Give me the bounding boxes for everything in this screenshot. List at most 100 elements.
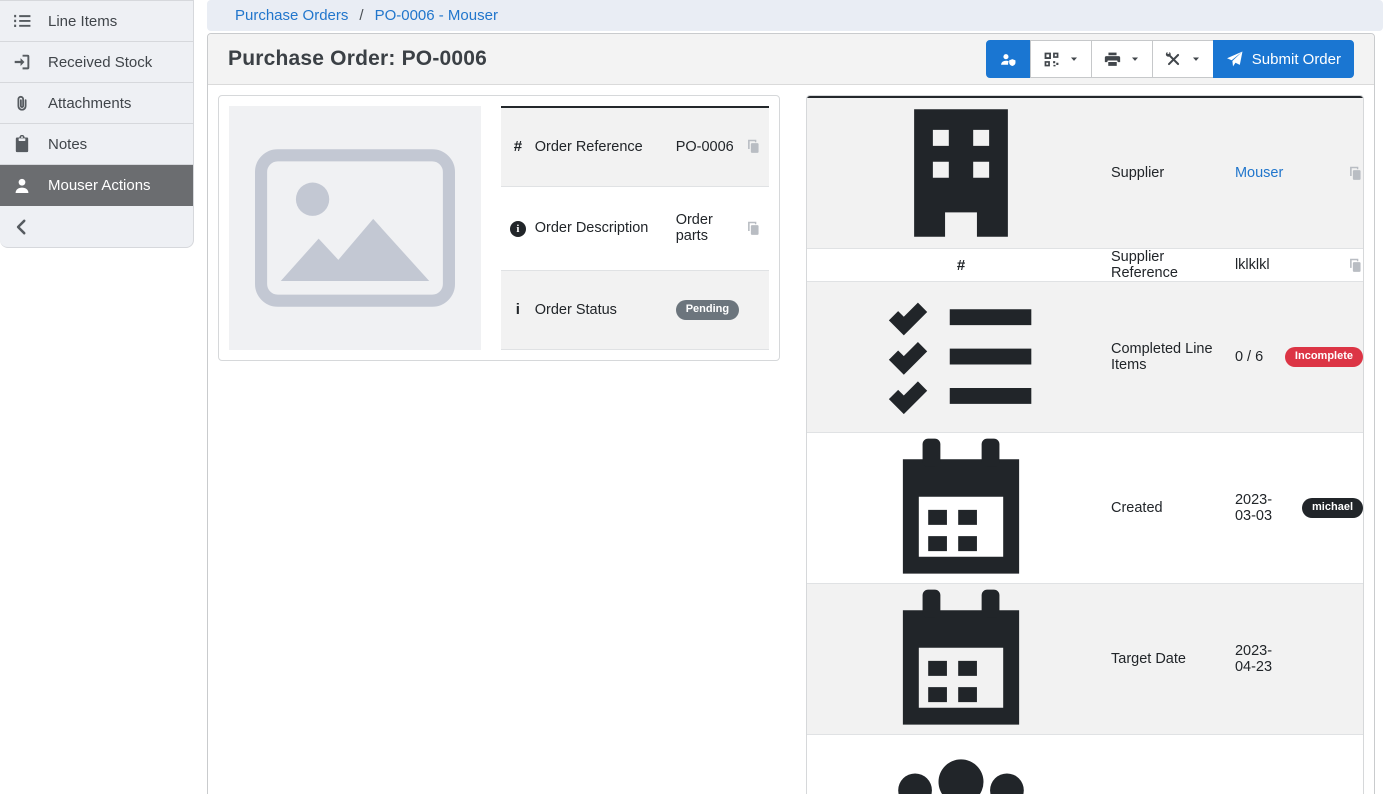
detail-row-label-cell: Completed Line Items: [1111, 282, 1235, 433]
button-label: Submit Order: [1252, 51, 1341, 68]
tools-icon: [1165, 51, 1182, 68]
order-actions-button[interactable]: [1152, 40, 1214, 78]
copy-icon[interactable]: [746, 139, 761, 154]
calendar-icon: [811, 433, 1111, 583]
detail-row-value-cell: 0 / 6: [1235, 282, 1285, 433]
detail-row-label-cell: Target Date: [1111, 584, 1235, 735]
detail-row-right-cell: [1285, 735, 1363, 794]
caret-down-icon: [1130, 54, 1140, 64]
purchase-order-panel-header: Purchase Order: PO-0006 Submit Order: [208, 34, 1374, 85]
sidebar: Line Items Received Stock Attachments Notes…: [0, 0, 194, 248]
status-badge: michael: [1302, 498, 1363, 518]
hash-icon: #: [514, 138, 522, 155]
detail-row-right-cell: [739, 107, 769, 186]
list-ol-icon: [13, 12, 31, 30]
breadcrumb-link-purchase-orders[interactable]: Purchase Orders: [235, 7, 348, 24]
building-icon: [811, 98, 1111, 248]
detail-label: Supplier Reference: [1111, 249, 1178, 281]
detail-value: lklklkl: [1235, 257, 1270, 273]
chevron-left-icon: [13, 218, 31, 236]
sidebar-menu: Line Items Received Stock Attachments Notes…: [0, 1, 193, 206]
sidebar-collapse-button[interactable]: [0, 206, 193, 247]
clipboard-icon: [13, 135, 31, 153]
print-actions-button[interactable]: [1091, 40, 1153, 78]
breadcrumb: Purchase Orders / PO-0006 - Mouser: [207, 0, 1383, 31]
sidebar-item-mouser-actions[interactable]: Mouser Actions: [0, 165, 193, 206]
detail-row-right-cell: [739, 270, 769, 349]
detail-value: 0 / 6: [1235, 349, 1263, 365]
detail-row-icon-cell: #: [807, 249, 1111, 282]
detail-row-value-cell: 2023-03-03: [1235, 433, 1285, 584]
paperclip-icon: [13, 94, 31, 112]
detail-value: 2023-03-03: [1235, 492, 1272, 524]
detail-row-right-cell: [1285, 97, 1363, 249]
supplier-link[interactable]: Mouser: [1235, 165, 1283, 181]
detail-row-value-cell: 2023-04-23: [1235, 584, 1285, 735]
detail-row-value-cell: Pending: [676, 270, 739, 349]
detail-row-icon-cell: i: [501, 186, 535, 270]
detail-label: Order Reference: [535, 139, 643, 155]
breadcrumb-link-po-0006-mouser[interactable]: PO-0006 - Mouser: [375, 7, 498, 24]
copy-icon[interactable]: [746, 221, 761, 236]
sidebar-item-attachments[interactable]: Attachments: [0, 83, 193, 124]
page-title: Purchase Order: PO-0006: [228, 47, 487, 71]
sidebar-item-notes[interactable]: Notes: [0, 124, 193, 165]
calendar-icon: [811, 584, 1111, 734]
detail-row-completed-line-items: Completed Line Items0 / 6 Incomplete: [807, 282, 1363, 433]
paper-plane-icon: [1226, 51, 1243, 68]
hash-icon: #: [957, 257, 965, 274]
detail-row-value-cell: michael (user): [1235, 735, 1285, 794]
sidebar-item-label: Line Items: [48, 13, 117, 30]
detail-row-label-cell: Order Reference: [535, 107, 676, 186]
purchase-order-panel: Purchase Order: PO-0006 Submit Order # Or…: [207, 33, 1375, 794]
detail-row-label-cell: Order Description: [535, 186, 676, 270]
user-shield-icon: [1000, 51, 1017, 68]
detail-row-right-cell: [1285, 249, 1363, 282]
barcode-actions-button[interactable]: [1030, 40, 1092, 78]
status-badge: Pending: [676, 300, 739, 320]
copy-icon[interactable]: [1348, 258, 1363, 273]
breadcrumb-separator: /: [359, 7, 363, 24]
detail-row-supplier-reference: # Supplier Reference lklklkl: [807, 249, 1363, 282]
admin-view-button[interactable]: [986, 40, 1031, 78]
submit-order-button[interactable]: Submit Order: [1213, 40, 1354, 78]
detail-label: Supplier: [1111, 165, 1164, 181]
sidebar-item-label: Received Stock: [48, 54, 152, 71]
info-circle-icon: i: [510, 221, 526, 237]
sign-in-icon: [13, 53, 31, 71]
order-details-table: #Order ReferencePO-0006iOrder Descriptio…: [501, 106, 769, 350]
detail-row-responsible: Responsiblemichael (user): [807, 735, 1363, 794]
detail-row-target-date: Target Date 2023-04-23: [807, 584, 1363, 735]
qrcode-icon: [1043, 51, 1060, 68]
detail-row-value-cell: Mouser: [1235, 97, 1285, 249]
detail-row-created: Created 2023-03-03 michael: [807, 433, 1363, 584]
sidebar-item-label: Mouser Actions: [48, 177, 151, 194]
copy-icon[interactable]: [1348, 166, 1363, 181]
detail-row-icon-cell: #: [501, 107, 535, 186]
detail-row-right-cell: [1285, 584, 1363, 735]
detail-row-label-cell: Supplier: [1111, 97, 1235, 249]
detail-row-value-cell: Order parts: [676, 186, 739, 270]
detail-row-supplier: Supplier Mouser: [807, 97, 1363, 249]
detail-row-order-description: i Order DescriptionOrder parts: [501, 186, 769, 270]
detail-row-icon-cell: [807, 433, 1111, 584]
supplier-details-card: Supplier Mouser # Supplier Reference lklklkl…: [806, 95, 1364, 794]
detail-value: Order parts: [676, 212, 713, 244]
order-summary-card: #Order ReferencePO-0006iOrder Descriptio…: [218, 95, 780, 361]
detail-label: Target Date: [1111, 651, 1186, 667]
users-icon: [811, 735, 1111, 794]
sidebar-item-label: Attachments: [48, 95, 131, 112]
detail-row-value-cell: PO-0006: [676, 107, 739, 186]
sidebar-item-received-stock[interactable]: Received Stock: [0, 42, 193, 83]
status-badge: Incomplete: [1285, 347, 1363, 367]
detail-row-right-cell: [739, 186, 769, 270]
user-icon: [13, 177, 31, 195]
detail-row-label-cell: Responsible: [1111, 735, 1235, 794]
sidebar-item-line-items[interactable]: Line Items: [0, 1, 193, 42]
detail-row-order-status: iOrder StatusPending: [501, 270, 769, 349]
detail-row-right-cell: Incomplete: [1285, 282, 1363, 433]
caret-down-icon: [1191, 54, 1201, 64]
detail-row-icon-cell: i: [501, 270, 535, 349]
sidebar-item-label: Notes: [48, 136, 87, 153]
detail-label: Created: [1111, 500, 1163, 516]
